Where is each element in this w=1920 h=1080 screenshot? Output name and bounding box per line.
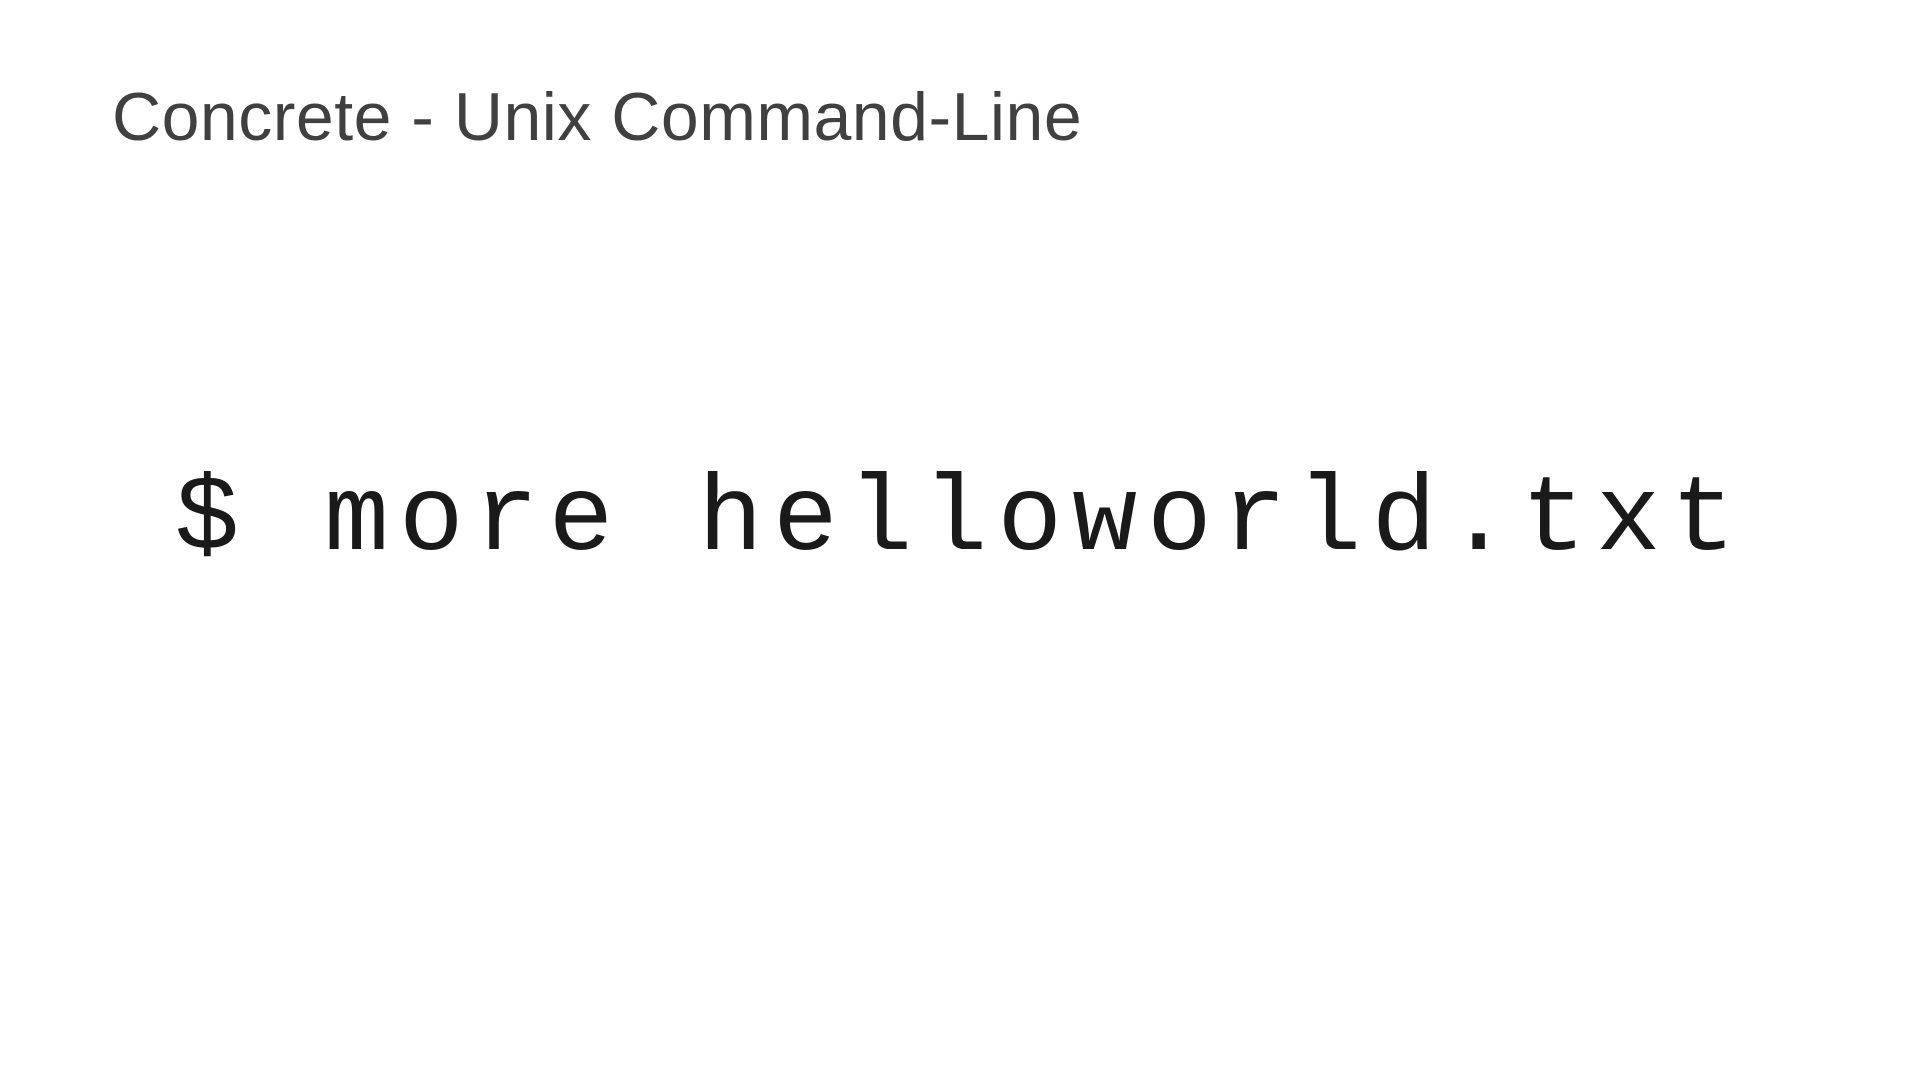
command-text: $ more helloworld.txt xyxy=(0,460,1920,582)
slide-title: Concrete - Unix Command-Line xyxy=(112,78,1082,156)
